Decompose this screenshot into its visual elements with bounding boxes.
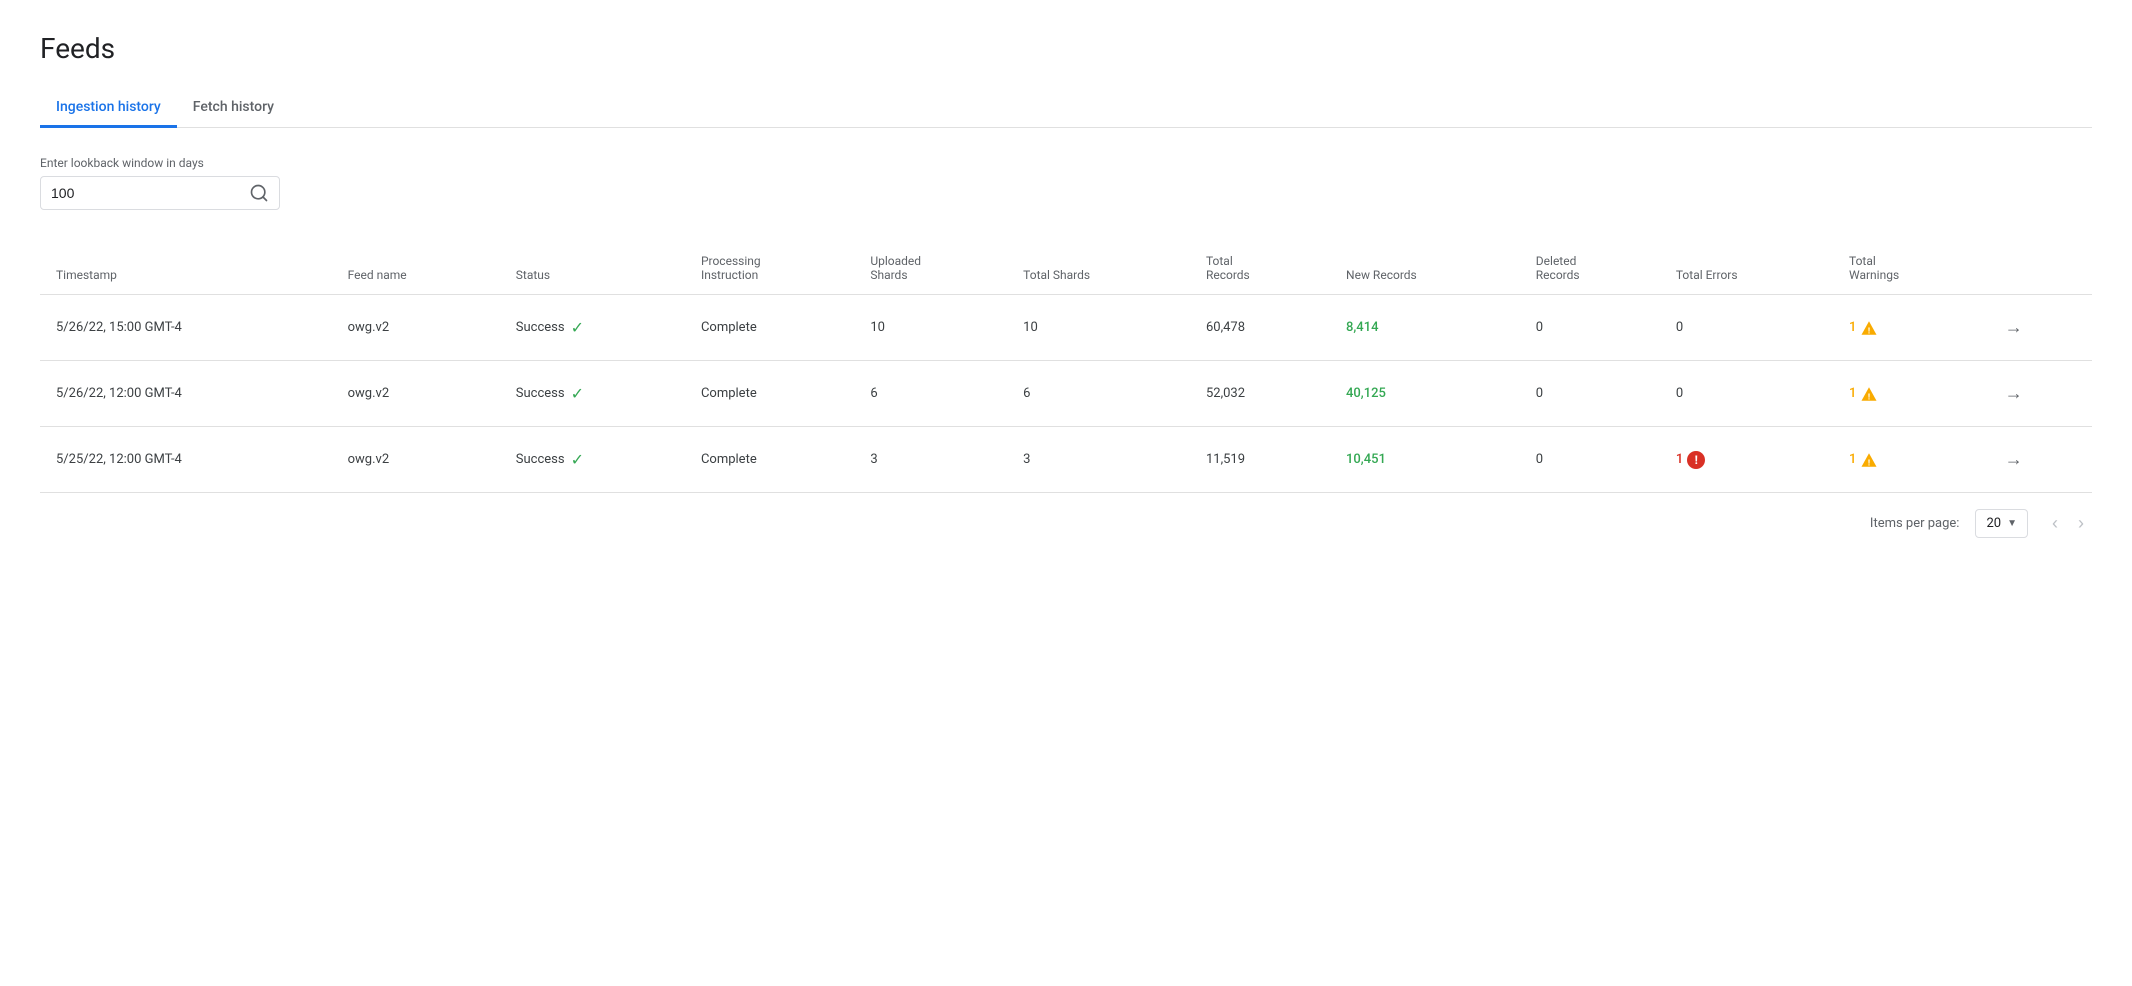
cell-total-warnings: 1! [1833, 361, 1985, 427]
search-button[interactable] [249, 183, 269, 203]
cell-total-errors: 0 [1660, 361, 1833, 427]
items-per-page-label: Items per page: [1870, 516, 1960, 531]
cell-action[interactable]: → [1985, 361, 2092, 427]
error-count: 1 [1676, 452, 1683, 467]
new-records-value: 10,451 [1346, 452, 1386, 467]
cell-uploaded-shards: 10 [854, 295, 1007, 361]
row-detail-button[interactable]: → [2001, 379, 2027, 408]
cell-processing-instruction: Complete [685, 295, 854, 361]
check-icon: ✓ [571, 318, 584, 337]
warning-count: 1 [1849, 320, 1856, 335]
check-icon: ✓ [571, 384, 584, 403]
cell-total-records: 11,519 [1190, 427, 1330, 493]
cell-feed-name: owg.v2 [332, 427, 500, 493]
table-header-row: Timestamp Feed name Status Processing In… [40, 242, 2092, 295]
warning-triangle-icon: ! [1860, 319, 1878, 337]
cell-status: Success ✓ [500, 295, 685, 361]
cell-status: Success ✓ [500, 427, 685, 493]
col-header-uploaded-shards: Uploaded Shards [854, 242, 1007, 295]
chevron-down-icon: ▼ [2007, 518, 2017, 529]
col-header-new-records: New Records [1330, 242, 1520, 295]
warning-triangle-icon: ! [1860, 385, 1878, 403]
lookback-label: Enter lookback window in days [40, 156, 2092, 170]
cell-timestamp: 5/26/22, 12:00 GMT-4 [40, 361, 332, 427]
new-records-value: 8,414 [1346, 320, 1378, 335]
tab-ingestion-history[interactable]: Ingestion history [40, 89, 177, 128]
warning-triangle-icon: ! [1860, 451, 1878, 469]
error-icon: ! [1687, 451, 1705, 469]
status-label: Success [516, 452, 565, 467]
cell-total-records: 52,032 [1190, 361, 1330, 427]
cell-deleted-records: 0 [1520, 361, 1660, 427]
cell-total-errors: 1! [1660, 427, 1833, 493]
cell-action[interactable]: → [1985, 427, 2092, 493]
pagination-row: Items per page: 20 ▼ ‹ › [40, 493, 2092, 546]
warning-count: 1 [1849, 386, 1856, 401]
col-header-total-warnings: Total Warnings [1833, 242, 1985, 295]
table-row: 5/26/22, 15:00 GMT-4owg.v2 Success ✓ Comple… [40, 295, 2092, 361]
search-icon [249, 183, 269, 203]
data-table: Timestamp Feed name Status Processing In… [40, 242, 2092, 493]
main-page: Feeds Ingestion history Fetch history En… [0, 0, 2132, 578]
warning-count: 1 [1849, 452, 1856, 467]
table-row: 5/26/22, 12:00 GMT-4owg.v2 Success ✓ Comple… [40, 361, 2092, 427]
cell-total-errors: 0 [1660, 295, 1833, 361]
cell-new-records: 10,451 [1330, 427, 1520, 493]
cell-total-warnings: 1! [1833, 295, 1985, 361]
svg-text:!: ! [1868, 392, 1870, 402]
tab-fetch-history[interactable]: Fetch history [177, 89, 290, 128]
col-header-feed-name: Feed name [332, 242, 500, 295]
cell-uploaded-shards: 3 [854, 427, 1007, 493]
row-detail-button[interactable]: → [2001, 445, 2027, 474]
col-header-total-records: Total Records [1190, 242, 1330, 295]
status-label: Success [516, 320, 565, 335]
status-label: Success [516, 386, 565, 401]
cell-feed-name: owg.v2 [332, 361, 500, 427]
cell-status: Success ✓ [500, 361, 685, 427]
col-header-status: Status [500, 242, 685, 295]
table-row: 5/25/22, 12:00 GMT-4owg.v2 Success ✓ Comple… [40, 427, 2092, 493]
svg-text:!: ! [1868, 458, 1870, 468]
col-header-total-errors: Total Errors [1660, 242, 1833, 295]
cell-deleted-records: 0 [1520, 427, 1660, 493]
items-per-page-value: 20 [1986, 516, 2001, 531]
col-header-timestamp: Timestamp [40, 242, 332, 295]
tab-bar: Ingestion history Fetch history [40, 89, 2092, 128]
cell-new-records: 8,414 [1330, 295, 1520, 361]
pagination-nav: ‹ › [2044, 509, 2092, 538]
cell-total-records: 60,478 [1190, 295, 1330, 361]
svg-text:!: ! [1868, 326, 1870, 336]
cell-deleted-records: 0 [1520, 295, 1660, 361]
col-header-deleted-records: Deleted Records [1520, 242, 1660, 295]
col-header-action [1985, 242, 2092, 295]
cell-total-shards: 3 [1007, 427, 1190, 493]
cell-new-records: 40,125 [1330, 361, 1520, 427]
cell-feed-name: owg.v2 [332, 295, 500, 361]
prev-page-button[interactable]: ‹ [2044, 509, 2066, 538]
col-header-total-shards: Total Shards [1007, 242, 1190, 295]
cell-total-shards: 6 [1007, 361, 1190, 427]
row-detail-button[interactable]: → [2001, 313, 2027, 342]
next-page-button[interactable]: › [2070, 509, 2092, 538]
cell-total-shards: 10 [1007, 295, 1190, 361]
page-title: Feeds [40, 32, 2092, 65]
cell-uploaded-shards: 6 [854, 361, 1007, 427]
new-records-value: 40,125 [1346, 386, 1386, 401]
cell-timestamp: 5/26/22, 15:00 GMT-4 [40, 295, 332, 361]
col-header-processing-instruction: Processing Instruction [685, 242, 854, 295]
cell-processing-instruction: Complete [685, 427, 854, 493]
items-per-page-select[interactable]: 20 ▼ [1975, 509, 2028, 538]
cell-timestamp: 5/25/22, 12:00 GMT-4 [40, 427, 332, 493]
cell-total-warnings: 1! [1833, 427, 1985, 493]
lookback-section: Enter lookback window in days [40, 156, 2092, 210]
lookback-input[interactable] [51, 185, 249, 201]
check-icon: ✓ [571, 450, 584, 469]
search-box [40, 176, 280, 210]
cell-action[interactable]: → [1985, 295, 2092, 361]
cell-processing-instruction: Complete [685, 361, 854, 427]
